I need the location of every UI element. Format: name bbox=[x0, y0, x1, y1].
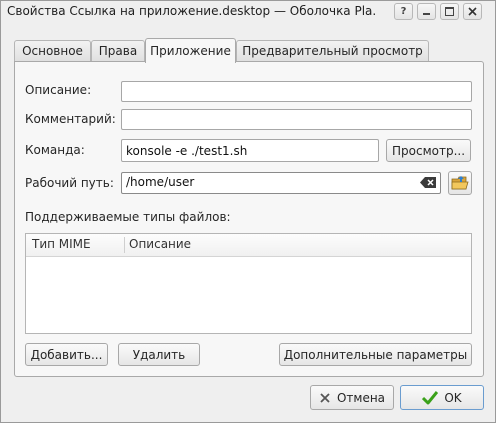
column-separator bbox=[124, 237, 125, 253]
add-mime-label: Добавить... bbox=[30, 347, 103, 362]
maximize-button[interactable] bbox=[440, 3, 459, 20]
tab-permissions-label: Права bbox=[98, 44, 138, 58]
tab-preview[interactable]: Предварительный просмотр bbox=[236, 40, 429, 61]
tab-application-label: Приложение bbox=[150, 44, 231, 58]
close-icon bbox=[468, 7, 477, 16]
maximize-icon bbox=[445, 7, 454, 16]
remove-mime-button[interactable]: Удалить bbox=[118, 343, 200, 366]
cancel-icon bbox=[320, 392, 330, 403]
minimize-icon bbox=[423, 13, 430, 15]
column-mime-type[interactable]: Тип MIME bbox=[32, 237, 91, 251]
clear-text-icon[interactable] bbox=[420, 177, 436, 188]
description-label: Описание: bbox=[25, 83, 92, 97]
mime-table-header: Тип MIME Описание bbox=[26, 234, 471, 257]
advanced-options-button[interactable]: Дополнительные параметры bbox=[279, 343, 472, 366]
description-field[interactable] bbox=[121, 81, 472, 102]
application-panel: Описание: Комментарий: Команда: Просмотр… bbox=[14, 61, 484, 377]
close-button[interactable] bbox=[463, 3, 482, 20]
mime-section-label: Поддерживаемые типы файлов: bbox=[25, 210, 231, 224]
properties-dialog: Свойства Ссылка на приложение.desktop — … bbox=[0, 0, 496, 423]
comment-field[interactable] bbox=[121, 109, 472, 130]
browse-button[interactable]: Просмотр... bbox=[386, 139, 471, 162]
checkmark-icon bbox=[422, 390, 439, 404]
command-field[interactable] bbox=[121, 139, 379, 162]
advanced-options-label: Дополнительные параметры bbox=[283, 347, 468, 362]
remove-mime-label: Удалить bbox=[132, 347, 186, 362]
window-title: Свойства Ссылка на приложение.desktop — … bbox=[7, 4, 377, 18]
comment-label: Комментарий: bbox=[25, 112, 116, 126]
add-mime-button[interactable]: Добавить... bbox=[25, 343, 108, 366]
tab-permissions[interactable]: Права bbox=[91, 40, 145, 61]
tab-general[interactable]: Основное bbox=[14, 40, 91, 61]
column-description[interactable]: Описание bbox=[129, 237, 191, 251]
workdir-label: Рабочий путь: bbox=[25, 176, 114, 190]
select-folder-button[interactable] bbox=[448, 171, 472, 195]
tab-general-label: Основное bbox=[22, 44, 83, 58]
help-button[interactable]: ? bbox=[394, 3, 413, 20]
browse-button-text: Просмотр... bbox=[391, 143, 466, 158]
tab-application[interactable]: Приложение bbox=[145, 38, 236, 63]
title-bar[interactable]: Свойства Ссылка на приложение.desktop — … bbox=[1, 1, 495, 23]
tab-preview-label: Предварительный просмотр bbox=[242, 44, 423, 58]
help-icon: ? bbox=[400, 6, 407, 17]
workdir-value: /home/user bbox=[126, 175, 195, 189]
workdir-field[interactable]: /home/user bbox=[121, 172, 441, 194]
cancel-label: Отмена bbox=[336, 390, 386, 405]
mime-types-table[interactable]: Тип MIME Описание bbox=[25, 233, 472, 334]
command-label: Команда: bbox=[25, 143, 85, 157]
cancel-button[interactable]: Отмена bbox=[310, 385, 394, 410]
ok-label: OK bbox=[444, 390, 462, 405]
minimize-button[interactable] bbox=[417, 3, 436, 20]
open-folder-icon bbox=[451, 176, 469, 190]
ok-button[interactable]: OK bbox=[400, 385, 484, 410]
tab-bar: Основное Права Приложение Предварительны… bbox=[14, 38, 484, 63]
